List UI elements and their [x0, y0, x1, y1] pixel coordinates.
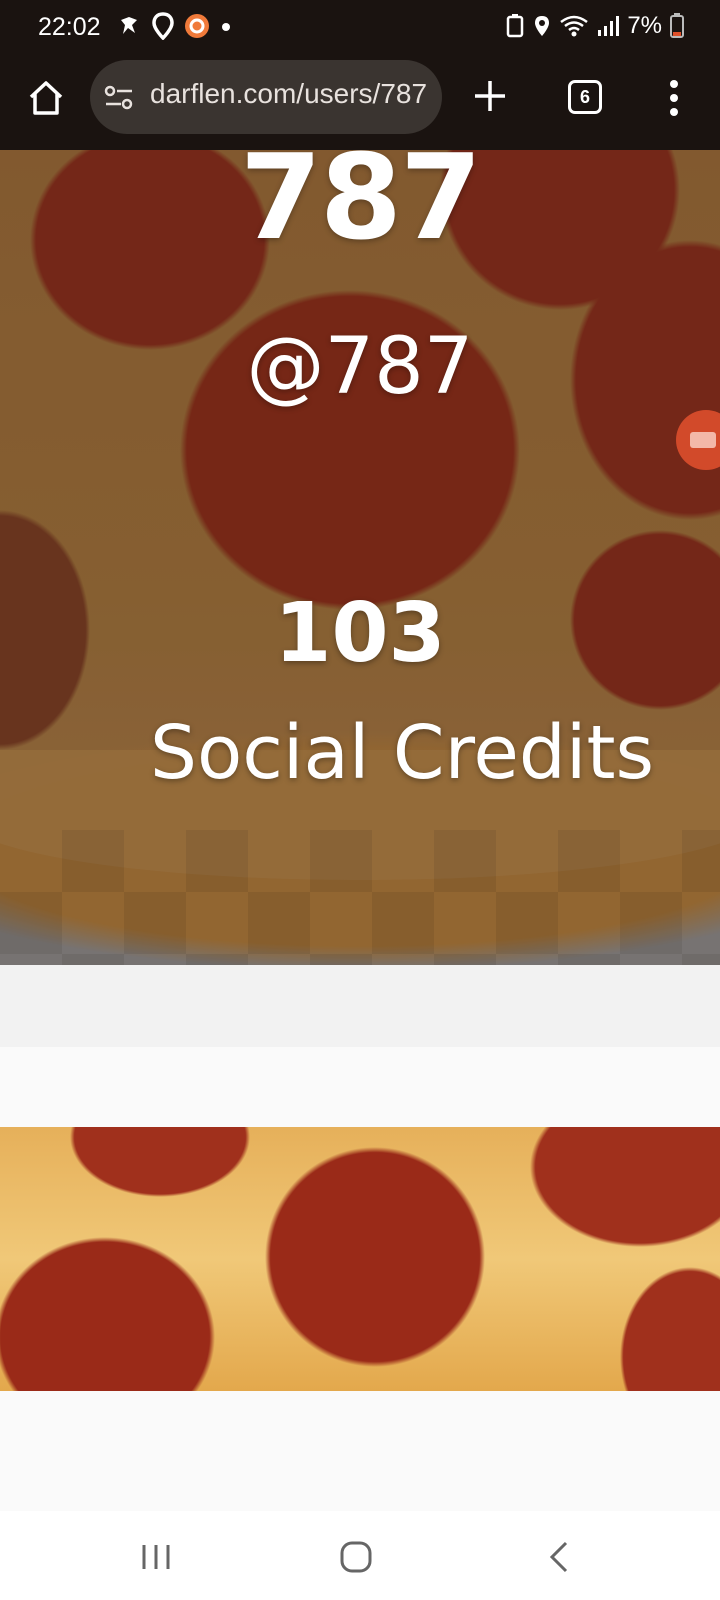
signal-icon [598, 16, 620, 36]
system-icons: 7% [505, 12, 684, 40]
site-settings-icon[interactable] [104, 84, 134, 112]
status-bar: 22:02 7% [0, 0, 720, 52]
plus-icon[interactable] [472, 78, 508, 114]
url-text[interactable]: darflen.com/users/787 [150, 78, 427, 110]
video-icon [690, 432, 716, 448]
location-small-icon [535, 16, 550, 36]
browser-toolbar: darflen.com/users/787 6 [0, 52, 720, 151]
battery-icon [670, 13, 684, 38]
recent-apps-icon[interactable] [136, 1537, 176, 1577]
status-time: 22:02 [38, 13, 101, 41]
social-credits-label: Social Credits [150, 710, 655, 796]
social-credits-value: 103 [274, 586, 446, 681]
address-bar[interactable]: darflen.com/users/787 [90, 60, 442, 134]
app-notification-icon [121, 17, 137, 34]
user-handle: @787 [246, 322, 474, 412]
more-vert-icon[interactable] [668, 78, 680, 118]
home-icon[interactable] [26, 78, 66, 118]
back-icon[interactable] [540, 1537, 580, 1577]
location-icon [152, 12, 174, 40]
tab-count: 6 [579, 87, 590, 107]
system-nav-bar [0, 1511, 720, 1600]
battery-percent: 7% [627, 12, 662, 39]
content-band-light [0, 1047, 720, 1127]
home-nav-icon[interactable] [336, 1537, 376, 1577]
wifi-icon [560, 15, 589, 37]
profile-hero: 787 @787 103 Social Credits [0, 150, 720, 965]
content-band [0, 965, 720, 1047]
battery-saver-icon [507, 14, 524, 38]
tabs-icon[interactable]: 6 [568, 80, 602, 114]
user-display-name: 787 [239, 150, 482, 266]
hero-overlay [0, 150, 720, 965]
notification-icons [116, 12, 232, 40]
content-band-bottom [0, 1391, 720, 1511]
dot-icon [222, 23, 230, 31]
banner-image [0, 1127, 720, 1391]
recorder-icon [185, 14, 209, 38]
